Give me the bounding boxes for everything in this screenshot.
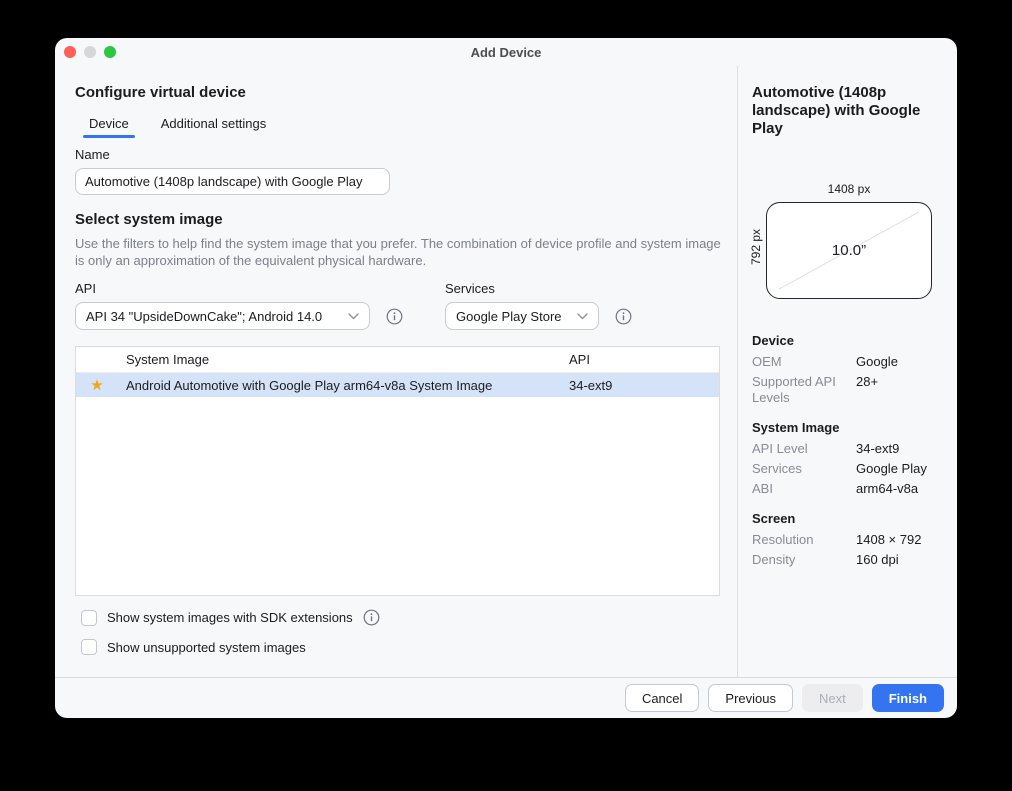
tab-device[interactable]: Device	[75, 111, 143, 137]
screen-diagonal-size: 10.0”	[832, 242, 866, 259]
spec-heading: Screen	[752, 511, 945, 526]
sdk-extensions-checkbox-label: Show system images with SDK extensions	[107, 610, 353, 625]
sdk-extensions-checkbox-row: Show system images with SDK extensions	[81, 609, 721, 626]
device-specs: Device OEM Google Supported API Levels 2…	[750, 333, 945, 570]
spec-section-screen: Screen Resolution 1408 × 792 Density 160…	[750, 511, 945, 570]
name-input[interactable]	[75, 168, 390, 195]
add-device-dialog: Add Device Configure virtual device Devi…	[55, 38, 957, 718]
system-image-api: 34-ext9	[569, 378, 719, 393]
table-empty-area	[76, 397, 719, 595]
api-column-header: API	[569, 352, 719, 367]
spec-row-abi: ABI arm64-v8a	[750, 479, 945, 499]
spec-row-resolution: Resolution 1408 × 792	[750, 530, 945, 550]
star-icon[interactable]: ★	[76, 376, 126, 394]
spec-row-density: Density 160 dpi	[750, 550, 945, 570]
titlebar: Add Device	[55, 38, 957, 66]
next-button: Next	[802, 684, 863, 712]
screen-diagram: 1408 px 10.0” 792 px	[750, 182, 945, 299]
system-image-name: Android Automotive with Google Play arm6…	[126, 378, 569, 393]
page-title: Configure virtual device	[75, 84, 721, 101]
finish-button[interactable]: Finish	[872, 684, 944, 712]
services-dropdown[interactable]: Google Play Store	[445, 302, 599, 330]
spec-row-api-level: API Level 34-ext9	[750, 439, 945, 459]
system-image-column-header: System Image	[126, 352, 569, 367]
services-label: Services	[445, 281, 632, 296]
table-header-row: System Image API	[76, 347, 719, 373]
dialog-body: Configure virtual device Device Addition…	[55, 66, 957, 677]
api-info-icon[interactable]	[386, 308, 403, 325]
chevron-down-icon	[577, 313, 588, 320]
cancel-button[interactable]: Cancel	[625, 684, 699, 712]
device-screen-outline: 10.0”	[766, 202, 932, 299]
name-label: Name	[75, 147, 721, 162]
tab-bar: Device Additional settings	[75, 111, 721, 137]
spec-row-services: Services Google Play	[750, 459, 945, 479]
api-label: API	[75, 281, 403, 296]
filter-row: API API 34 "UpsideDownCake"; Android 14.…	[75, 281, 721, 330]
tab-additional-settings-label: Additional settings	[161, 116, 267, 131]
tab-additional-settings[interactable]: Additional settings	[147, 111, 281, 137]
services-info-icon[interactable]	[615, 308, 632, 325]
main-content: Configure virtual device Device Addition…	[55, 66, 737, 677]
select-system-image-heading: Select system image	[75, 211, 721, 228]
spec-heading: Device	[752, 333, 945, 348]
spec-row-api-levels: Supported API Levels 28+	[750, 372, 945, 408]
device-title: Automotive (1408p landscape) with Google…	[752, 84, 945, 138]
previous-button[interactable]: Previous	[708, 684, 793, 712]
api-dropdown[interactable]: API 34 "UpsideDownCake"; Android 14.0	[75, 302, 370, 330]
system-image-description: Use the filters to help find the system …	[75, 235, 721, 269]
tab-device-label: Device	[89, 116, 129, 131]
screen-width-label: 1408 px	[766, 182, 932, 196]
dialog-footer: Cancel Previous Next Finish	[55, 677, 957, 718]
active-tab-underline	[83, 135, 135, 138]
device-details-panel: Automotive (1408p landscape) with Google…	[737, 66, 957, 677]
system-image-table: System Image API ★ Android Automotive wi…	[75, 346, 720, 596]
window-title: Add Device	[55, 38, 957, 66]
unsupported-images-checkbox-row: Show unsupported system images	[81, 639, 721, 655]
chevron-down-icon	[348, 313, 359, 320]
api-dropdown-value: API 34 "UpsideDownCake"; Android 14.0	[86, 309, 322, 324]
sdk-extensions-checkbox[interactable]	[81, 610, 97, 626]
unsupported-images-checkbox-label: Show unsupported system images	[107, 640, 306, 655]
spec-section-system-image: System Image API Level 34-ext9 Services …	[750, 420, 945, 499]
sdk-extensions-info-icon[interactable]	[363, 609, 380, 626]
spec-row-oem: OEM Google	[750, 352, 945, 372]
screen-height-label: 792 px	[749, 217, 763, 277]
services-dropdown-value: Google Play Store	[456, 309, 562, 324]
services-filter-group: Services Google Play Store	[445, 281, 632, 330]
unsupported-images-checkbox[interactable]	[81, 639, 97, 655]
spec-heading: System Image	[752, 420, 945, 435]
spec-section-device: Device OEM Google Supported API Levels 2…	[750, 333, 945, 408]
table-row[interactable]: ★ Android Automotive with Google Play ar…	[76, 373, 719, 397]
api-filter-group: API API 34 "UpsideDownCake"; Android 14.…	[75, 281, 403, 330]
